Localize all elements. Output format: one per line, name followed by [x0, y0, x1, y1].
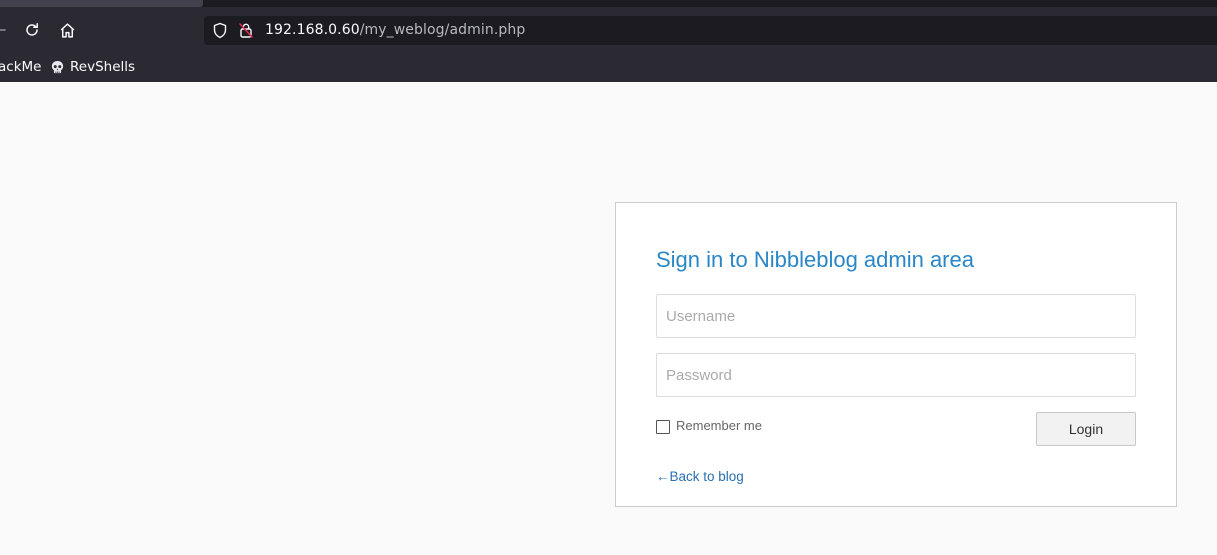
back-button[interactable]	[0, 17, 12, 43]
bookmark-label: RevShells	[70, 59, 136, 75]
home-button[interactable]	[54, 17, 80, 43]
bookmark-hackme[interactable]: ackMe	[0, 58, 41, 76]
arrow-left-icon	[0, 29, 6, 31]
login-title: Sign in to Nibbleblog admin area	[656, 247, 974, 272]
reload-button[interactable]	[19, 17, 45, 43]
remember-me-label[interactable]: Remember me	[676, 418, 762, 433]
tab-strip	[0, 0, 1217, 7]
url-text[interactable]: 192.168.0.60/my_weblog/admin.php	[265, 22, 525, 38]
skull-icon	[51, 60, 64, 73]
remember-me-checkbox[interactable]	[656, 420, 670, 434]
shield-icon[interactable]	[212, 22, 228, 39]
back-to-blog-link[interactable]: ←Back to blog	[656, 469, 744, 484]
browser-toolbar: 192.168.0.60/my_weblog/admin.php ackMe R…	[0, 0, 1217, 82]
page-content: Sign in to Nibbleblog admin area Remembe…	[0, 82, 1217, 555]
login-panel: Sign in to Nibbleblog admin area Remembe…	[615, 202, 1177, 507]
home-icon	[60, 22, 74, 38]
password-input[interactable]	[656, 353, 1136, 397]
bookmark-revshells[interactable]: RevShells	[50, 58, 135, 76]
address-bar[interactable]: 192.168.0.60/my_weblog/admin.php	[204, 16, 1217, 45]
login-button[interactable]: Login	[1036, 412, 1136, 446]
active-tab[interactable]	[0, 0, 203, 7]
bookmark-label: ackMe	[0, 59, 42, 75]
remember-me-row[interactable]: Remember me	[656, 418, 762, 434]
bookmarks-toolbar: ackMe RevShells	[0, 52, 1217, 82]
url-host: 192.168.0.60	[265, 22, 360, 38]
insecure-lock-icon[interactable]	[239, 22, 253, 39]
url-path: /my_weblog/admin.php	[359, 22, 526, 38]
reload-icon	[26, 23, 38, 36]
username-input[interactable]	[656, 294, 1136, 338]
